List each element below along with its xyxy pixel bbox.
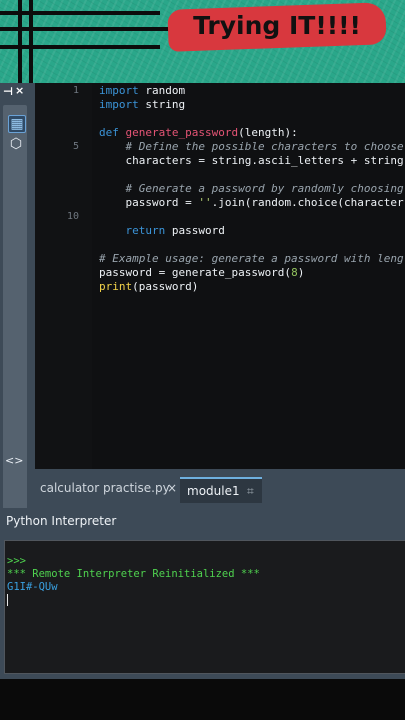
tab-bar: calculator practise.py × module1 ⌗ [30,475,405,505]
console-output: G1I#-QUw [7,581,58,593]
code-token: return [125,224,166,237]
code-token: (length): [238,126,298,139]
code-line[interactable]: password = generate_password(8) [99,266,304,280]
code-line[interactable]: password = ''.join(random.choice(charact… [99,196,404,210]
banner-bar [0,45,160,49]
code-token: 8 [291,266,298,279]
line-number: 10 [66,211,79,222]
interpreter-panel: Python Interpreter >>> *** Remote Interp… [0,508,405,679]
cube-icon[interactable]: ⬡ [8,136,24,152]
code-line[interactable]: return password [99,224,225,238]
code-token: '' [198,196,212,209]
code-line[interactable]: # Generate a password by randomly choosi… [99,182,404,196]
code-line[interactable]: import random [99,84,185,98]
text-cursor [7,594,8,606]
banner-bar [0,27,170,31]
code-token: # Example usage: generate a password wit… [99,252,404,265]
scroll-arrows-icon[interactable]: <> [5,454,23,467]
code-token: import [99,84,139,97]
code-token: print [99,280,133,293]
code-token: generate_password [125,126,239,139]
banner-bar [18,0,22,83]
line-number: 1 [72,85,79,96]
banner-bar [29,0,33,83]
code-line[interactable]: characters = string.ascii_letters + stri… [99,154,404,168]
ide-window: ⊣ × ▦ ⬡ <> 1 5 10 import random import st… [0,83,405,551]
tab-calculator-practise[interactable]: calculator practise.py [30,475,190,501]
tab-pin-icon[interactable]: ⌗ [247,479,254,503]
code-line[interactable]: print(password) [99,280,198,294]
code-token: string [138,98,186,111]
code-token: password [165,224,225,237]
code-token: password = [99,196,199,209]
code-token: def [99,126,126,139]
code-explorer-icon[interactable]: ▦ [8,115,26,133]
toolstrip: ⊣ × ▦ ⬡ <> [0,83,30,551]
code-token: import [99,98,139,111]
interpreter-title: Python Interpreter [6,514,117,528]
banner-bar [0,11,160,15]
tab-module1[interactable]: module1 ⌗ [180,477,262,503]
code-token: characters = string.ascii_letters + stri… [99,154,404,167]
tab-close-icon[interactable]: × [167,475,177,501]
code-line[interactable]: # Define the possible characters to choo… [99,140,404,154]
code-token: # Generate a password by randomly choosi… [99,182,404,195]
close-icon[interactable]: × [15,84,24,97]
tab-label: module1 [187,484,240,498]
tool-panel: ▦ ⬡ [3,105,27,551]
pin-icon[interactable]: ⊣ [3,85,13,98]
code-line[interactable]: import string [99,98,185,112]
banner: Trying IT!!!! [0,0,405,83]
code-token: ) [297,266,305,279]
bottom-band [0,679,405,720]
console-message: *** Remote Interpreter Reinitialized *** [7,568,260,580]
code-token: # Define the possible characters to choo… [99,140,404,153]
code-token: .join(random.choice(character [211,196,404,209]
code-line[interactable]: # Example usage: generate a password wit… [99,252,404,266]
interpreter-console[interactable]: >>> *** Remote Interpreter Reinitialized… [4,540,405,674]
line-number-gutter: 1 5 10 [35,83,123,469]
line-number: 5 [72,141,79,152]
code-token: (password) [132,280,199,293]
code-token: password = generate_password( [99,266,292,279]
code-token: random [138,84,186,97]
banner-title: Trying IT!!!! [193,11,361,40]
code-editor[interactable]: import random import string def generate_p… [92,83,405,469]
code-line[interactable]: def generate_password(length): [99,126,298,140]
console-prompt: >>> [7,555,26,567]
